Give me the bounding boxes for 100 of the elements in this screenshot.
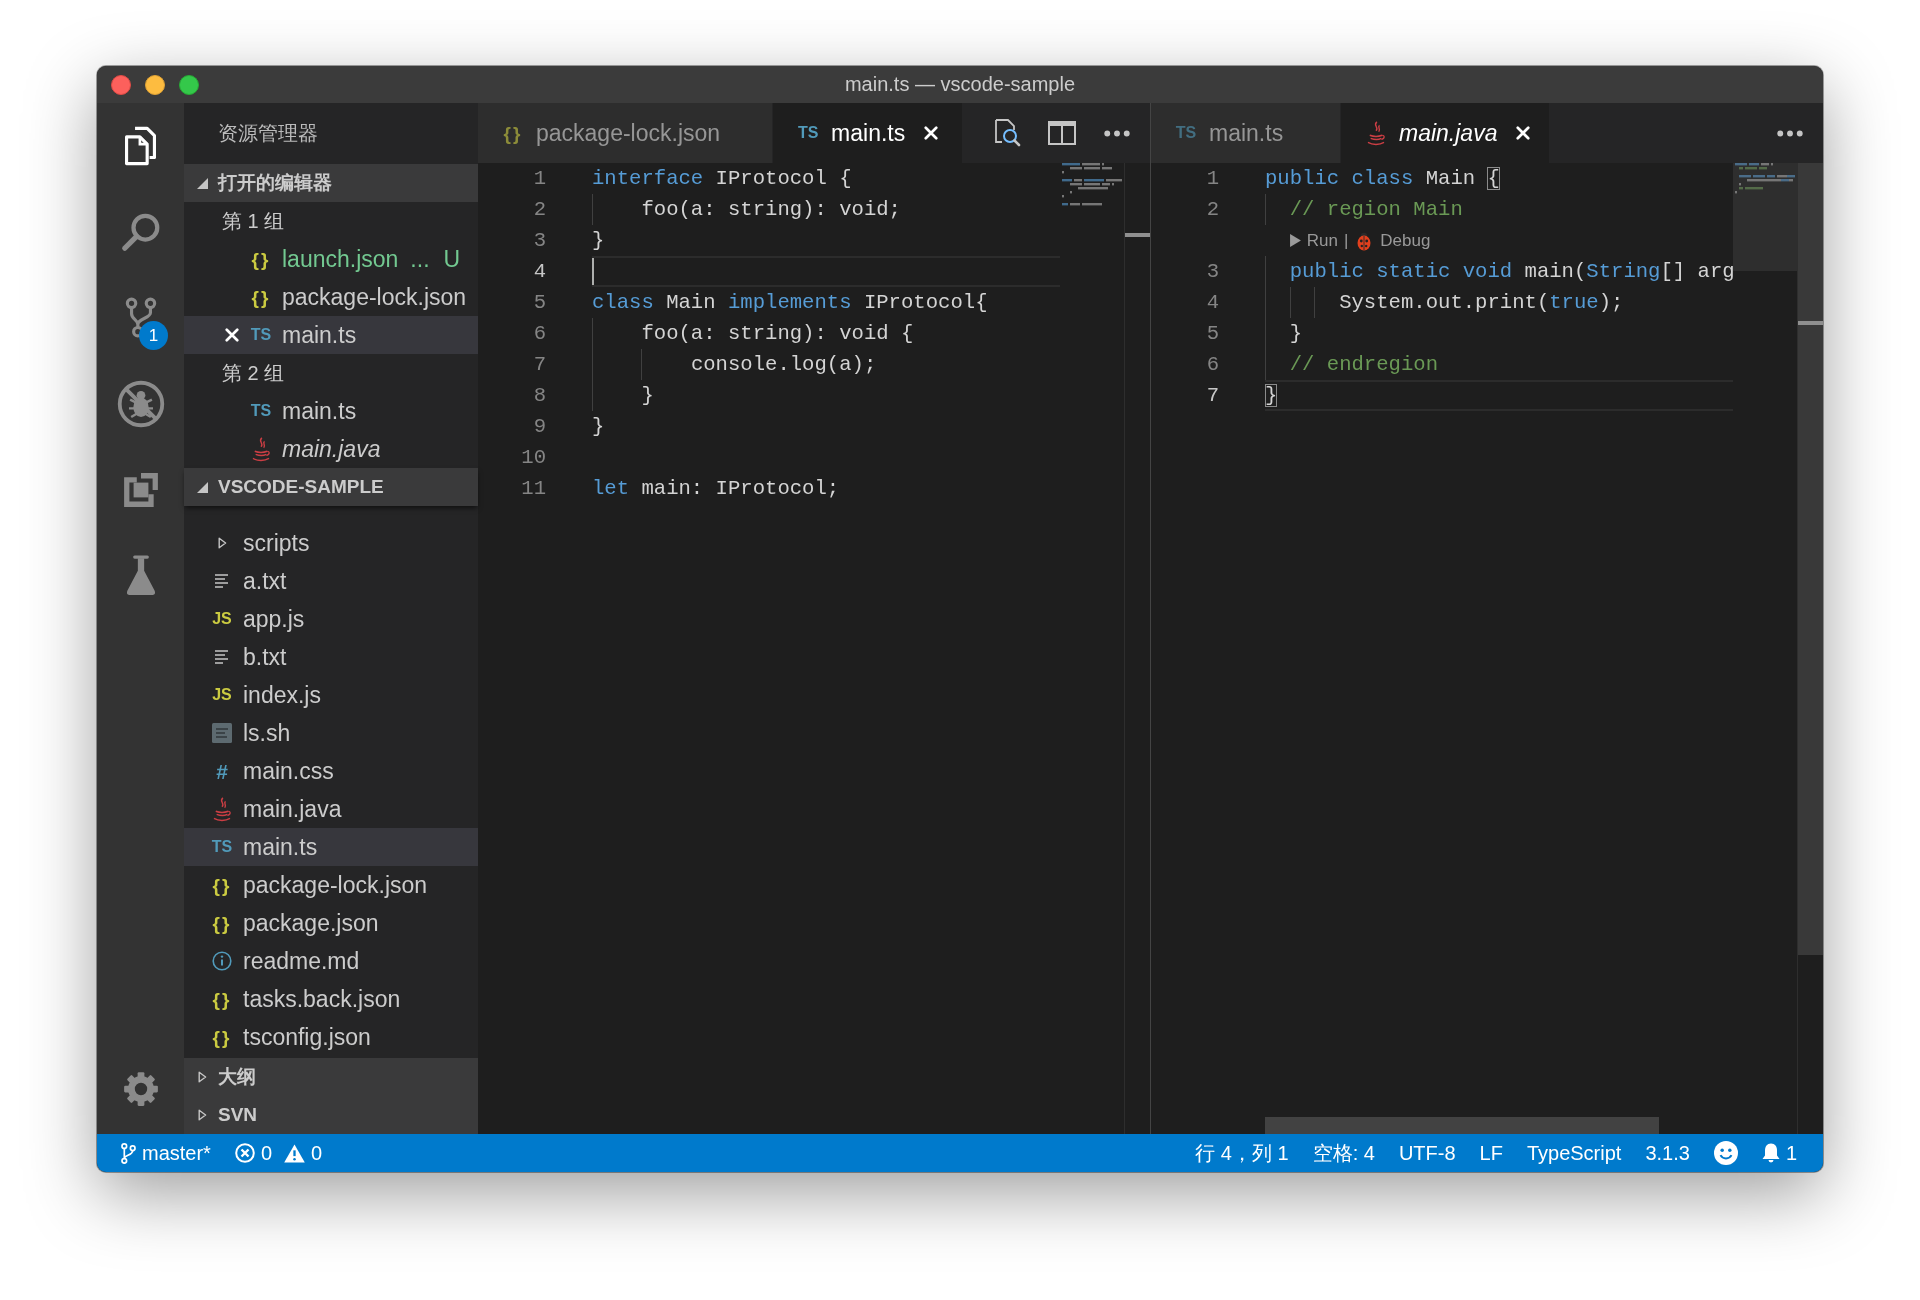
file-item[interactable]: {} package.json — [184, 904, 478, 942]
error-icon[interactable] — [234, 1143, 255, 1163]
file-type-icon: {} — [212, 1027, 232, 1047]
line-number: 4 — [1205, 290, 1220, 316]
open-editor-item[interactable]: main.java — [184, 430, 478, 468]
caret-right-icon[interactable] — [217, 537, 227, 549]
typescript-version[interactable]: 3.1.3 — [1633, 1134, 1702, 1172]
code-line: public class Main { — [1265, 166, 1500, 192]
line-number: 1 — [1205, 166, 1220, 192]
editor-tab[interactable]: {} package-lock.json — [478, 103, 774, 163]
file-type-icon: {} — [251, 249, 271, 269]
window-minimize-button[interactable] — [145, 74, 165, 95]
code-line: foo(a: string): void; — [592, 194, 901, 225]
file-type-icon: TS — [797, 125, 819, 141]
crossed-bug-icon[interactable] — [116, 380, 165, 428]
code-line: } — [592, 380, 654, 411]
caret-right-icon[interactable] — [197, 1071, 207, 1083]
warning-count[interactable]: 0 — [311, 1141, 323, 1165]
coffee-cup-icon — [1367, 120, 1385, 146]
editor-tab[interactable]: TS main.ts — [773, 103, 964, 163]
open-editor-item[interactable]: {} launch.json ... U — [184, 240, 478, 278]
line-number: 4 — [532, 259, 547, 285]
file-item[interactable]: main.java — [184, 790, 478, 828]
squares-icon[interactable] — [121, 471, 160, 509]
caret-down-icon[interactable] — [196, 177, 208, 189]
run-link[interactable]: Run — [1306, 230, 1338, 251]
git-branch-item[interactable]: master* — [109, 1134, 223, 1172]
file-item[interactable]: readme.md — [184, 942, 478, 980]
file-item[interactable]: # main.css — [184, 752, 478, 790]
line-number: 11 — [520, 476, 547, 502]
window-zoom-button[interactable] — [179, 74, 199, 95]
editor-tab[interactable]: TS main.ts — [1151, 103, 1341, 163]
close-icon[interactable] — [1516, 126, 1531, 140]
caret-right-icon[interactable] — [197, 1109, 207, 1121]
editor-group-label: 第 1 组 — [222, 208, 285, 234]
code-line: System.out.print(true); — [1265, 287, 1624, 318]
language-mode[interactable]: TypeScript — [1514, 1134, 1634, 1172]
indentation-setting[interactable]: 空格: 4 — [1300, 1134, 1387, 1172]
more-icon[interactable] — [1103, 129, 1130, 137]
open-editor-item[interactable]: {} package-lock.json — [184, 278, 478, 316]
file-type-icon: TS — [211, 839, 233, 855]
split-editor-icon[interactable] — [1047, 121, 1076, 145]
file-item[interactable]: TS main.ts — [184, 828, 478, 866]
line-number: 9 — [532, 414, 547, 440]
notifications-item[interactable]: 1 — [1749, 1134, 1809, 1172]
line-number: 2 — [1205, 197, 1220, 223]
minimap-slider[interactable] — [1733, 163, 1797, 271]
file-encoding[interactable]: UTF-8 — [1386, 1134, 1468, 1172]
file-item[interactable]: {} package-lock.json — [184, 866, 478, 904]
open-editor-item[interactable]: TS main.ts — [184, 392, 478, 430]
branch-icon[interactable] — [124, 297, 157, 339]
more-icon[interactable] — [1776, 129, 1803, 137]
warning-icon[interactable] — [284, 1143, 306, 1163]
section-header[interactable]: VSCODE-SAMPLE — [184, 468, 478, 506]
play-icon[interactable] — [1289, 234, 1301, 247]
settings-icon[interactable] — [122, 1071, 159, 1107]
vertical-scrollbar[interactable] — [1124, 163, 1150, 1134]
file-item[interactable]: b.txt — [184, 638, 478, 676]
file-type-icon: TS — [1175, 125, 1197, 141]
file-item[interactable]: JS index.js — [184, 676, 478, 714]
section-header[interactable]: 打开的编辑器 — [184, 164, 478, 202]
folder-item[interactable]: scripts — [184, 524, 478, 562]
horizontal-scrollbar-thumb[interactable] — [1265, 1117, 1659, 1134]
line-number: 6 — [1205, 352, 1220, 378]
editor-tab[interactable]: main.java — [1341, 103, 1551, 163]
vertical-scrollbar[interactable] — [1797, 163, 1823, 1134]
branch-icon[interactable] — [121, 1142, 136, 1164]
document-search-icon[interactable] — [992, 119, 1021, 147]
close-icon[interactable] — [225, 328, 239, 342]
file-item[interactable]: ls.sh — [184, 714, 478, 752]
error-count[interactable]: 0 — [260, 1141, 273, 1165]
window-close-button[interactable] — [111, 74, 131, 95]
cursor-position[interactable]: 行 4，列 1 — [1183, 1134, 1301, 1172]
bell-icon[interactable] — [1761, 1143, 1780, 1163]
scrollbar-thumb[interactable] — [1798, 163, 1823, 955]
codelens-separator: | — [1343, 230, 1349, 251]
open-editor-item[interactable]: TS main.ts — [184, 316, 478, 354]
line-ending[interactable]: LF — [1467, 1134, 1515, 1172]
line-number: 7 — [532, 352, 547, 378]
debug-link[interactable]: Debug — [1380, 230, 1431, 251]
section-header[interactable]: SVN — [184, 1096, 478, 1134]
file-type-icon: JS — [212, 611, 232, 627]
close-icon[interactable] — [924, 126, 939, 140]
file-description: ... — [410, 245, 430, 273]
caret-down-icon[interactable] — [196, 481, 208, 493]
files-icon[interactable] — [124, 126, 157, 166]
code-line: console.log(a); — [592, 349, 877, 380]
file-item[interactable]: {} tsconfig.json — [184, 1018, 478, 1056]
code-line: } — [592, 228, 605, 254]
code-line: // region Main — [1265, 194, 1463, 225]
code-line: interface IProtocol { — [592, 166, 852, 192]
file-item[interactable]: a.txt — [184, 562, 478, 600]
smiley-icon[interactable] — [1713, 1141, 1738, 1165]
file-item[interactable]: {} tasks.back.json — [184, 980, 478, 1018]
search-icon[interactable] — [120, 212, 161, 252]
file-type-icon: {} — [212, 989, 232, 1009]
section-header[interactable]: 大纲 — [184, 1058, 478, 1096]
file-item[interactable]: JS app.js — [184, 600, 478, 638]
line-number: 7 — [1205, 383, 1220, 409]
file-type-icon: TS — [250, 327, 272, 343]
